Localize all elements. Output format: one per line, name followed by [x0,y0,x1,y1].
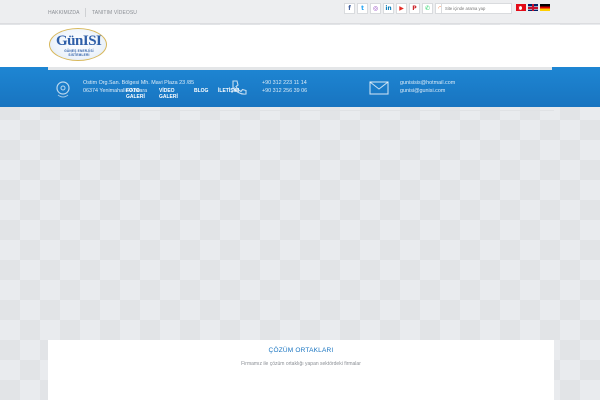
logo-text: GünISI [56,33,102,49]
pinterest-icon[interactable]: P [409,3,420,14]
twitter-icon[interactable]: t [357,3,368,14]
social-icons: ft◎in▶P✆◠ [344,3,446,14]
phone-line-2: +90 312 256 39 06 [262,88,308,94]
turkish-flag-icon[interactable] [516,4,526,11]
about-link[interactable]: HAKKIMIZDA [48,10,80,16]
address-line-1: Ostim Org.San. Bölgesi Mh. Mavi Plaza 23… [83,80,195,86]
nav-video-gallery[interactable]: VİDEO GALERİ [159,88,178,100]
search-input[interactable] [441,3,512,14]
main-nav [0,67,600,107]
whatsapp-icon[interactable]: ✆ [422,3,433,14]
location-icon [54,80,72,105]
nav-top-strip [48,67,552,70]
phone-icon [229,78,249,103]
partners-title: ÇÖZÜM ORTAKLARI [268,347,334,354]
top-divider [85,8,86,17]
mail-icon [369,80,389,101]
partners-subtitle: Firmamız ile çözüm ortaklığı yapan sektö… [241,361,361,367]
german-flag-icon[interactable] [540,4,550,11]
site-logo[interactable]: GünISI GÜNEŞ ENERJİSİ SİSTEMLERİ [49,28,107,61]
instagram-icon[interactable]: ◎ [370,3,381,14]
youtube-icon[interactable]: ▶ [396,3,407,14]
language-flags [516,4,550,11]
site-header: GünISI GÜNEŞ ENERJİSİ SİSTEMLERİ [0,25,600,67]
promo-video-link[interactable]: TANITIM VİDEOSU [92,10,137,16]
email-line-2[interactable]: gunisi@gunisi.com [400,88,445,95]
nav-blog[interactable]: BLOG [194,88,208,94]
phone-line-1: +90 312 223 11 14 [262,80,307,86]
nav-photo-gallery[interactable]: FOTO GALERİ [126,88,145,100]
partners-section: ÇÖZÜM ORTAKLARI Firmamız ile çözüm ortak… [48,340,554,400]
linkedin-icon[interactable]: in [383,3,394,14]
uk-flag-icon[interactable] [528,4,538,11]
logo-tagline-2: SİSTEMLERİ [68,53,90,57]
top-bar: HAKKIMIZDA TANITIM VİDEOSU ft◎in▶P✆◠ [0,0,600,24]
email-line-1[interactable]: gunisisis@hotmail.com [400,80,455,87]
content-top-divider [48,110,554,111]
facebook-icon[interactable]: f [344,3,355,14]
